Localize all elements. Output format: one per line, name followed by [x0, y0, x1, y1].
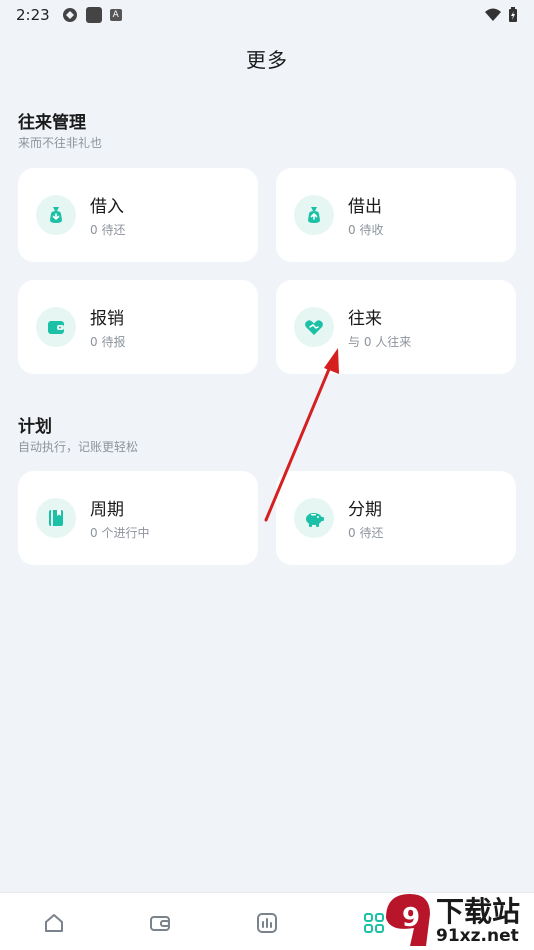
card-borrow-in[interactable]: 借入 0 待还: [18, 168, 258, 262]
watermark: 9 下载站 91xz.net: [384, 888, 534, 950]
notebook-icon: [36, 498, 76, 538]
card-title: 借出: [348, 197, 382, 217]
card-title: 周期: [90, 500, 124, 520]
chart-icon: [257, 913, 277, 933]
card-reimburse[interactable]: 报销 0 待报: [18, 280, 258, 374]
wifi-icon: [485, 8, 501, 21]
money-bag-up-icon: [294, 195, 334, 235]
section-subtitle-exchange: 来而不往非礼也: [18, 136, 103, 150]
tab-stats[interactable]: [253, 909, 281, 937]
watermark-main-text: 下载站: [436, 895, 521, 928]
home-icon: [45, 914, 63, 932]
card-title: 借入: [90, 197, 124, 217]
section-title-exchange: 往来管理: [18, 113, 86, 133]
card-contacts[interactable]: 往来 与 0 人往来: [276, 280, 516, 374]
card-subtitle: 0 待收: [348, 223, 384, 237]
status-time: 2:23: [16, 6, 50, 24]
card-title: 报销: [90, 309, 124, 329]
card-subtitle: 0 待报: [90, 335, 126, 349]
battery-icon: [509, 7, 517, 22]
handshake-heart-icon: [294, 307, 334, 347]
section-subtitle-plan: 自动执行，记账更轻松: [18, 440, 139, 454]
a-badge-icon: A: [109, 9, 122, 21]
card-title: 往来: [348, 309, 382, 329]
svg-text:9: 9: [402, 903, 420, 933]
notification-square-icon: [85, 7, 102, 23]
section-title-plan: 计划: [18, 417, 52, 437]
tab-home[interactable]: [40, 909, 68, 937]
card-title: 分期: [348, 500, 382, 520]
wallet-icon: [36, 307, 76, 347]
card-recurring[interactable]: 周期 0 个进行中: [18, 471, 258, 565]
watermark-logo: 9: [386, 894, 430, 946]
money-bag-down-icon: [36, 195, 76, 235]
page-title: 更多: [246, 48, 288, 72]
sync-icon: [62, 8, 77, 22]
tab-wallet[interactable]: [146, 909, 174, 937]
status-bar: 2:23 A: [0, 0, 534, 30]
card-lend-out[interactable]: 借出 0 待收: [276, 168, 516, 262]
card-subtitle: 0 待还: [90, 223, 126, 237]
card-installment[interactable]: 分期 0 待还: [276, 471, 516, 565]
card-subtitle: 0 个进行中: [90, 526, 150, 540]
wallet-icon: [150, 916, 170, 931]
watermark-site-text: 91xz.net: [436, 926, 519, 946]
card-subtitle: 0 待还: [348, 526, 384, 540]
card-subtitle: 与 0 人往来: [348, 335, 412, 349]
piggy-bank-icon: [294, 498, 334, 538]
